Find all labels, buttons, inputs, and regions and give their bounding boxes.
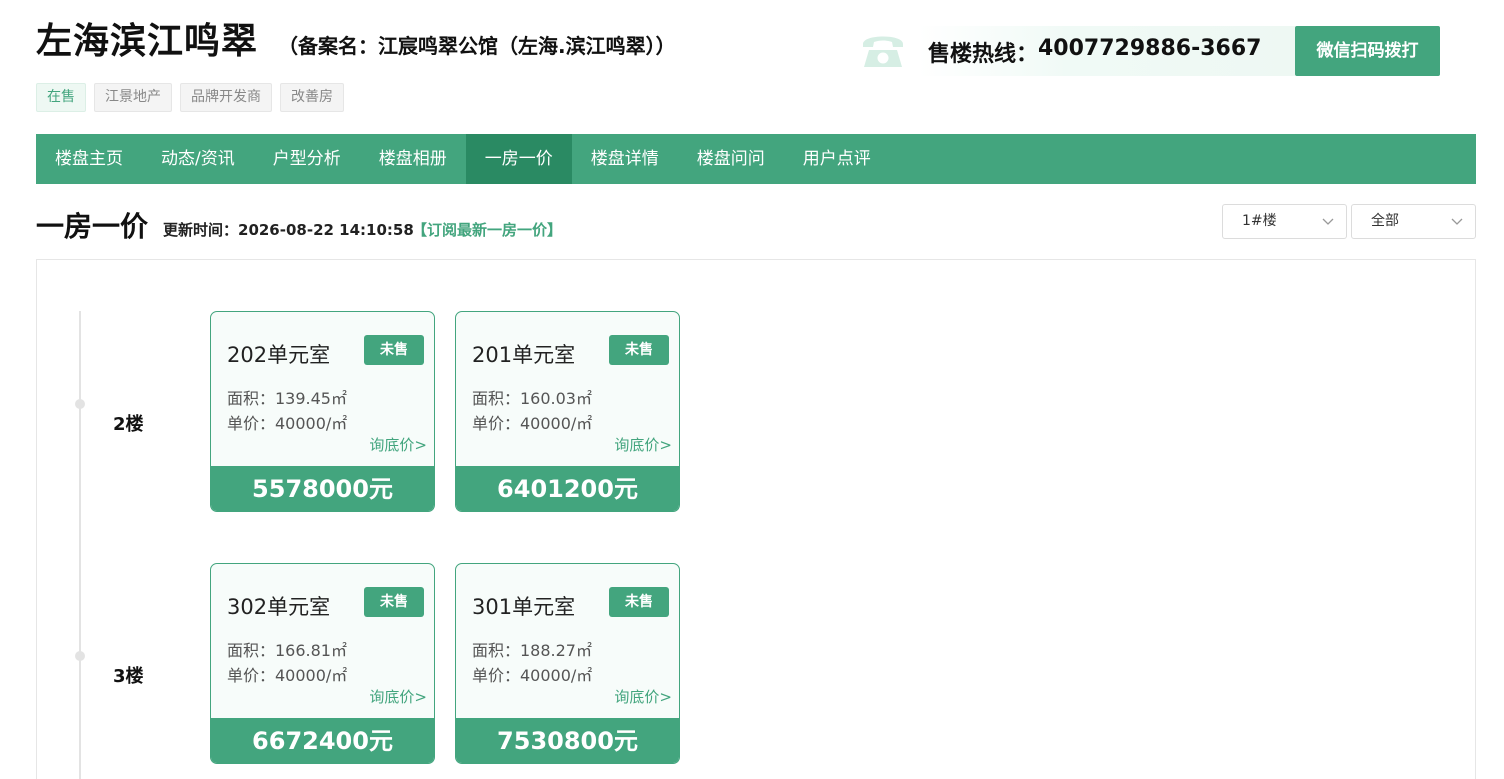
- timeline-dot: [75, 399, 85, 409]
- unit-area: 面积：139.45㎡: [227, 389, 347, 408]
- unit-total-price: 7530800元: [456, 718, 679, 763]
- unit-total-price: 5578000元: [211, 466, 434, 511]
- chevron-down-icon: [1322, 218, 1334, 225]
- unit-price: 单价：40000/㎡: [472, 414, 593, 433]
- unit-price: 单价：40000/㎡: [227, 666, 348, 685]
- floor-label: 3楼: [113, 666, 144, 687]
- timeline-dot: [75, 651, 85, 661]
- tag-brand-developer: 品牌开发商: [180, 83, 272, 112]
- unit-card[interactable]: 301单元室 未售 面积：188.27㎡ 单价：40000/㎡ 询底价> 753…: [455, 563, 680, 764]
- tag-upgrade-home: 改善房: [280, 83, 344, 112]
- unit-price: 单价：40000/㎡: [227, 414, 348, 433]
- unit-room: 202单元室: [227, 343, 331, 367]
- unit-total-price: 6401200元: [456, 466, 679, 511]
- scope-select-value: 全部: [1371, 213, 1399, 229]
- inquire-price-link[interactable]: 询底价>: [369, 686, 427, 707]
- wechat-scan-call-button[interactable]: 微信扫码拨打: [1295, 26, 1440, 76]
- unit-total-price: 6672400元: [211, 718, 434, 763]
- tab-details[interactable]: 楼盘详情: [572, 134, 678, 184]
- tab-price-list[interactable]: 一房一价: [465, 134, 572, 184]
- unit-room: 302单元室: [227, 595, 331, 619]
- subscribe-link[interactable]: 【订阅最新一房一价】: [412, 219, 562, 240]
- unit-room: 201单元室: [472, 343, 576, 367]
- unit-area: 面积：188.27㎡: [472, 641, 592, 660]
- record-name: （备案名：江宸鸣翠公馆（左海.滨江鸣翠））: [278, 34, 676, 58]
- inquire-price-link[interactable]: 询底价>: [614, 686, 672, 707]
- tag-riverview: 江景地产: [94, 83, 172, 112]
- sale-status-badge: 未售: [609, 587, 669, 617]
- tab-qa[interactable]: 楼盘问问: [678, 134, 784, 184]
- sale-status-badge: 未售: [364, 587, 424, 617]
- unit-card[interactable]: 202单元室 未售 面积：139.45㎡ 单价：40000/㎡ 询底价> 557…: [210, 311, 435, 512]
- unit-area: 面积：166.81㎡: [227, 641, 347, 660]
- tab-reviews[interactable]: 用户点评: [784, 134, 890, 184]
- unit-card[interactable]: 302单元室 未售 面积：166.81㎡ 单价：40000/㎡ 询底价> 667…: [210, 563, 435, 764]
- telephone-icon: [863, 36, 903, 67]
- inquire-price-link[interactable]: 询底价>: [614, 434, 672, 455]
- tab-news[interactable]: 动态/资讯: [142, 134, 254, 184]
- building-select-value: 1#楼: [1242, 213, 1277, 229]
- chevron-down-icon: [1451, 218, 1463, 225]
- unit-area: 面积：160.03㎡: [472, 389, 592, 408]
- tag-on-sale: 在售: [36, 83, 86, 112]
- hotline-label: 售楼热线：: [928, 42, 1039, 67]
- tab-floorplans[interactable]: 户型分析: [254, 134, 360, 184]
- update-time: 更新时间：2026-08-22 14:10:58: [163, 221, 414, 239]
- unit-room: 301单元室: [472, 595, 576, 619]
- floor-label: 2楼: [113, 414, 144, 435]
- scope-select[interactable]: 全部: [1351, 204, 1476, 239]
- inquire-price-link[interactable]: 询底价>: [369, 434, 427, 455]
- project-tags: 在售 江景地产 品牌开发商 改善房: [36, 83, 344, 112]
- section-title: 一房一价: [36, 210, 149, 243]
- tab-home[interactable]: 楼盘主页: [36, 134, 142, 184]
- unit-price: 单价：40000/㎡: [472, 666, 593, 685]
- sale-status-badge: 未售: [364, 335, 424, 365]
- sales-hotline: 售楼热线： 4007729886-3667: [860, 26, 1295, 76]
- project-nav: 楼盘主页 动态/资讯 户型分析 楼盘相册 一房一价 楼盘详情 楼盘问问 用户点评: [36, 134, 1476, 184]
- project-title: 左海滨江鸣翠: [36, 21, 259, 62]
- building-select[interactable]: 1#楼: [1222, 204, 1347, 239]
- tab-album[interactable]: 楼盘相册: [360, 134, 466, 184]
- price-list-panel: 2楼 202单元室 未售 面积：139.45㎡ 单价：40000/㎡ 询底价> …: [36, 259, 1476, 779]
- sale-status-badge: 未售: [609, 335, 669, 365]
- hotline-number: 4007729886-3667: [1038, 36, 1262, 61]
- unit-card[interactable]: 201单元室 未售 面积：160.03㎡ 单价：40000/㎡ 询底价> 640…: [455, 311, 680, 512]
- floor-timeline: [79, 311, 81, 779]
